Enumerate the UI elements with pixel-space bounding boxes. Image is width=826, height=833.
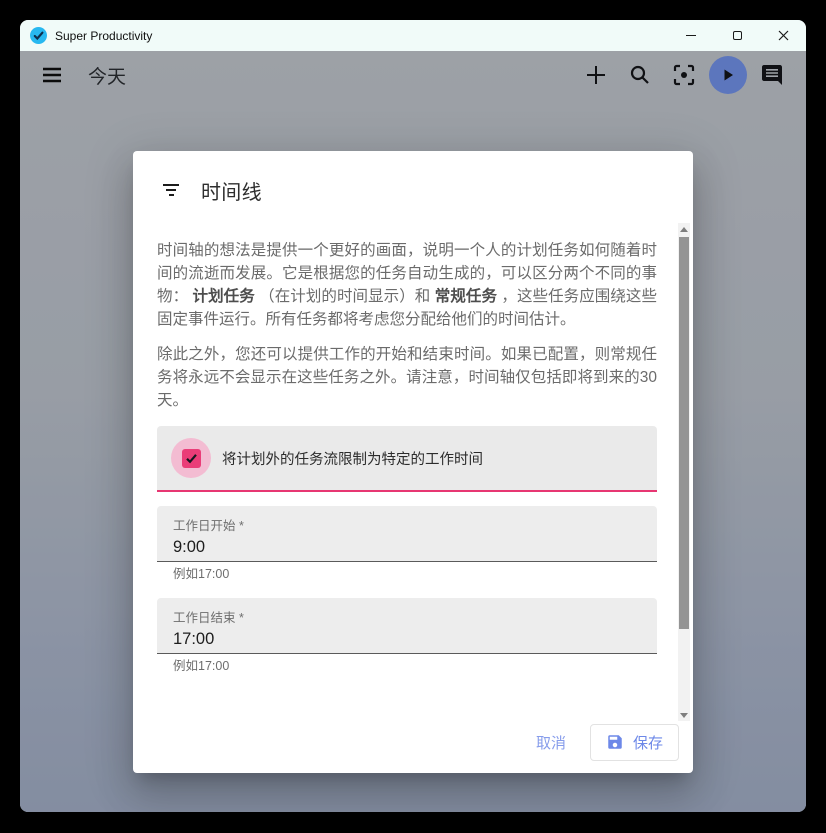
workday-end-label: 工作日结束 *	[173, 607, 641, 626]
close-button[interactable]	[760, 20, 806, 51]
maximize-button[interactable]	[714, 20, 760, 51]
scroll-up-arrow-icon[interactable]	[678, 223, 690, 235]
dialog-footer: 取消 保存	[133, 721, 693, 773]
workday-start-label: 工作日开始 *	[173, 515, 641, 534]
app-logo-icon	[30, 27, 47, 44]
dialog-intro-paragraph: 时间轴的想法是提供一个更好的画面，说明一个人的计划任务如何随着时间的流逝而发展。…	[157, 239, 657, 331]
save-button-label: 保存	[633, 732, 663, 753]
workday-start-field: 工作日开始 * 例如17:00	[157, 506, 657, 582]
workday-end-field: 工作日结束 * 例如17:00	[157, 598, 657, 674]
dialog-scrollbar[interactable]	[678, 223, 690, 721]
minimize-button[interactable]	[668, 20, 714, 51]
scrollbar-thumb[interactable]	[679, 237, 689, 629]
timeline-dialog: 时间线 时间轴的想法是提供一个更好的画面，说明一个人的计划任务如何随着时间的流逝…	[133, 151, 693, 773]
bold-planned-tasks: 计划任务	[193, 288, 255, 305]
filter-icon	[162, 184, 180, 196]
minimize-icon	[686, 35, 696, 36]
titlebar: Super Productivity	[20, 20, 806, 51]
dialog-title: 时间线	[201, 176, 262, 205]
checkmark-icon	[185, 452, 198, 465]
scroll-down-arrow-icon[interactable]	[678, 709, 690, 721]
cancel-button[interactable]: 取消	[518, 724, 584, 761]
dialog-body: 时间轴的想法是提供一个更好的画面，说明一个人的计划任务如何随着时间的流逝而发展。…	[133, 223, 693, 721]
workday-end-box[interactable]: 工作日结束 *	[157, 598, 657, 654]
work-hours-checkbox-row[interactable]: 将计划外的任务流限制为特定的工作时间	[157, 426, 657, 492]
window-controls	[668, 20, 806, 51]
save-button[interactable]: 保存	[590, 724, 679, 761]
app-window: Super Productivity 今天	[20, 20, 806, 812]
workday-start-box[interactable]: 工作日开始 *	[157, 506, 657, 562]
workday-start-hint: 例如17:00	[157, 562, 657, 582]
dialog-header: 时间线	[133, 151, 693, 223]
workday-end-input[interactable]	[173, 630, 641, 649]
save-icon	[606, 733, 624, 751]
bold-regular-tasks: 常规任务	[435, 288, 497, 305]
checkbox-label[interactable]: 将计划外的任务流限制为特定的工作时间	[222, 448, 483, 469]
close-icon	[778, 30, 789, 41]
app-content: 今天	[20, 51, 806, 812]
maximize-icon	[733, 31, 742, 40]
workday-end-hint: 例如17:00	[157, 654, 657, 674]
workday-start-input[interactable]	[173, 538, 641, 557]
checkbox-ripple	[171, 438, 211, 478]
window-title: Super Productivity	[55, 29, 152, 43]
work-hours-checkbox[interactable]	[182, 449, 201, 468]
dialog-second-paragraph: 除此之外，您还可以提供工作的开始和结束时间。如果已配置，则常规任务将永远不会显示…	[157, 343, 657, 412]
